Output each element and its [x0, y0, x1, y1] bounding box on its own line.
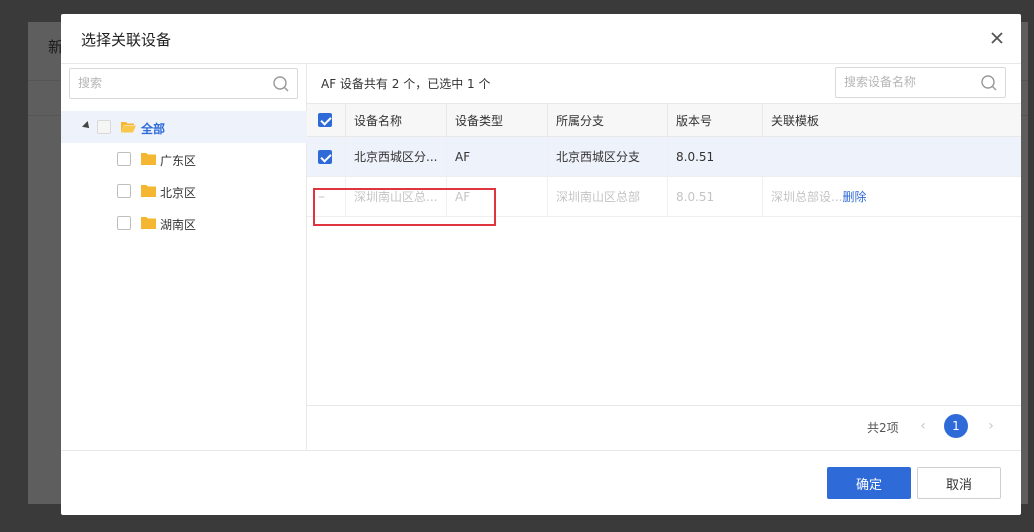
device-name: 深圳南山区总... [345, 177, 446, 216]
close-button[interactable] [989, 30, 1005, 46]
device-branch: 深圳南山区总部 [547, 177, 667, 216]
tree-node-hunan[interactable]: 湖南区 [61, 207, 307, 239]
select-device-modal: 选择关联设备 全部 [61, 14, 1024, 515]
tree-search-input[interactable] [78, 76, 258, 90]
column-header-template[interactable]: 关联模板 [762, 104, 1021, 136]
device-table: 设备名称 设备类型 所属分支 版本号 关联模板 北京西城区分... AF 北京西… [307, 103, 1021, 217]
close-icon [991, 32, 1003, 44]
device-table-panel: AF 设备共有 2 个，已选中 1 个 设备名称 设备类型 所属分支 版本号 关… [307, 64, 1024, 451]
device-search-box [835, 67, 1024, 98]
folder-icon [141, 217, 156, 229]
device-type: AF [446, 177, 547, 216]
selection-summary: AF 设备共有 2 个，已选中 1 个 [321, 77, 491, 91]
cancel-button[interactable]: 取消 [917, 467, 1001, 499]
device-template-cell: 深圳总部设... 删除 [762, 177, 1021, 216]
chevron-left-icon[interactable]: ‹ [915, 418, 931, 434]
region-tree-panel: 全部 广东区 北京区 湖南区 [61, 64, 307, 450]
header-checkbox-cell [307, 104, 345, 136]
folder-open-icon [121, 122, 136, 133]
folder-icon [141, 185, 156, 197]
pagination-total: 共2项 [867, 421, 899, 435]
modal-header: 选择关联设备 [61, 14, 1021, 64]
disabled-row-marker: – [318, 188, 325, 205]
column-header-name[interactable]: 设备名称 [345, 104, 446, 136]
modal-title: 选择关联设备 [81, 31, 172, 49]
row-checkbox-cell: – [307, 177, 345, 216]
device-branch: 北京西城区分支 [547, 137, 667, 176]
pagination-page-current[interactable]: 1 [944, 414, 968, 438]
tree-label-beijing: 北京区 [160, 186, 197, 200]
tree-checkbox-all[interactable] [97, 120, 111, 134]
column-header-version[interactable]: 版本号 [667, 104, 762, 136]
tree-label-guangdong: 广东区 [160, 154, 197, 168]
table-row[interactable]: 北京西城区分... AF 北京西城区分支 8.0.51 [307, 137, 1021, 177]
confirm-button[interactable]: 确定 [827, 467, 911, 499]
tree-search-box [69, 68, 298, 99]
tree-node-guangdong[interactable]: 广东区 [61, 143, 307, 175]
table-header: 设备名称 设备类型 所属分支 版本号 关联模板 [307, 103, 1021, 137]
expand-triangle-icon[interactable] [82, 121, 92, 131]
chevron-right-icon[interactable]: › [983, 418, 999, 434]
pagination: 共2项 ‹ 1 › [307, 405, 1021, 451]
modal-footer: 确定 取消 [61, 450, 1021, 515]
column-header-type[interactable]: 设备类型 [446, 104, 547, 136]
table-row: – 深圳南山区总... AF 深圳南山区总部 8.0.51 深圳总部设... 删… [307, 177, 1021, 217]
search-icon[interactable] [272, 75, 290, 93]
row-checkbox[interactable] [318, 149, 332, 164]
row-checkbox-cell [307, 137, 345, 176]
device-template [762, 137, 1021, 176]
tree-checkbox-hunan[interactable] [117, 216, 131, 230]
tree-node-beijing[interactable]: 北京区 [61, 175, 307, 207]
folder-icon [141, 153, 156, 165]
delete-template-link[interactable]: 删除 [842, 188, 866, 205]
column-header-branch[interactable]: 所属分支 [547, 104, 667, 136]
tree-label-all: 全部 [141, 122, 166, 136]
tree-checkbox-beijing[interactable] [117, 184, 131, 198]
device-template: 深圳总部设... [771, 190, 843, 204]
tree-checkbox-guangdong[interactable] [117, 152, 131, 166]
search-icon[interactable] [980, 74, 998, 92]
device-name: 北京西城区分... [345, 137, 446, 176]
tree-label-hunan: 湖南区 [160, 218, 197, 232]
device-type: AF [446, 137, 547, 176]
tree-node-all[interactable]: 全部 [61, 111, 307, 143]
select-all-checkbox[interactable] [318, 113, 332, 127]
device-version: 8.0.51 [667, 137, 762, 176]
device-version: 8.0.51 [667, 177, 762, 216]
